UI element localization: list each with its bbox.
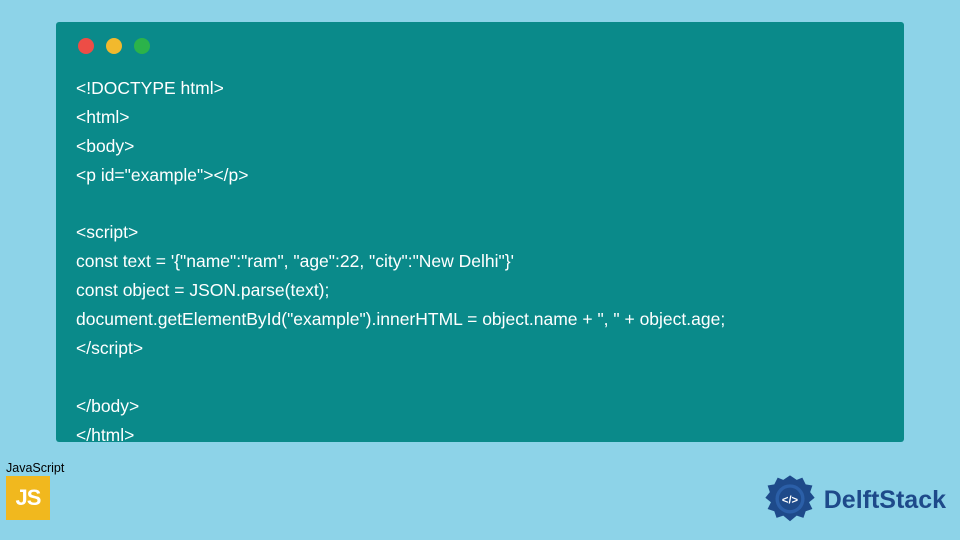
js-logo-icon: JS: [6, 476, 50, 520]
close-icon: [78, 38, 94, 54]
brand-logo: </> DelftStack: [762, 472, 946, 528]
code-block: <!DOCTYPE html> <html> <body> <p id="exa…: [76, 74, 884, 449]
svg-text:</>: </>: [782, 494, 799, 506]
brand-name: DelftStack: [824, 486, 946, 515]
delftstack-icon: </>: [762, 472, 818, 528]
code-window: <!DOCTYPE html> <html> <body> <p id="exa…: [56, 22, 904, 442]
minimize-icon: [106, 38, 122, 54]
maximize-icon: [134, 38, 150, 54]
window-controls: [76, 38, 884, 54]
badge-label: JavaScript: [6, 461, 72, 475]
js-logo-text: JS: [16, 485, 41, 511]
javascript-badge: JavaScript JS: [6, 461, 72, 520]
